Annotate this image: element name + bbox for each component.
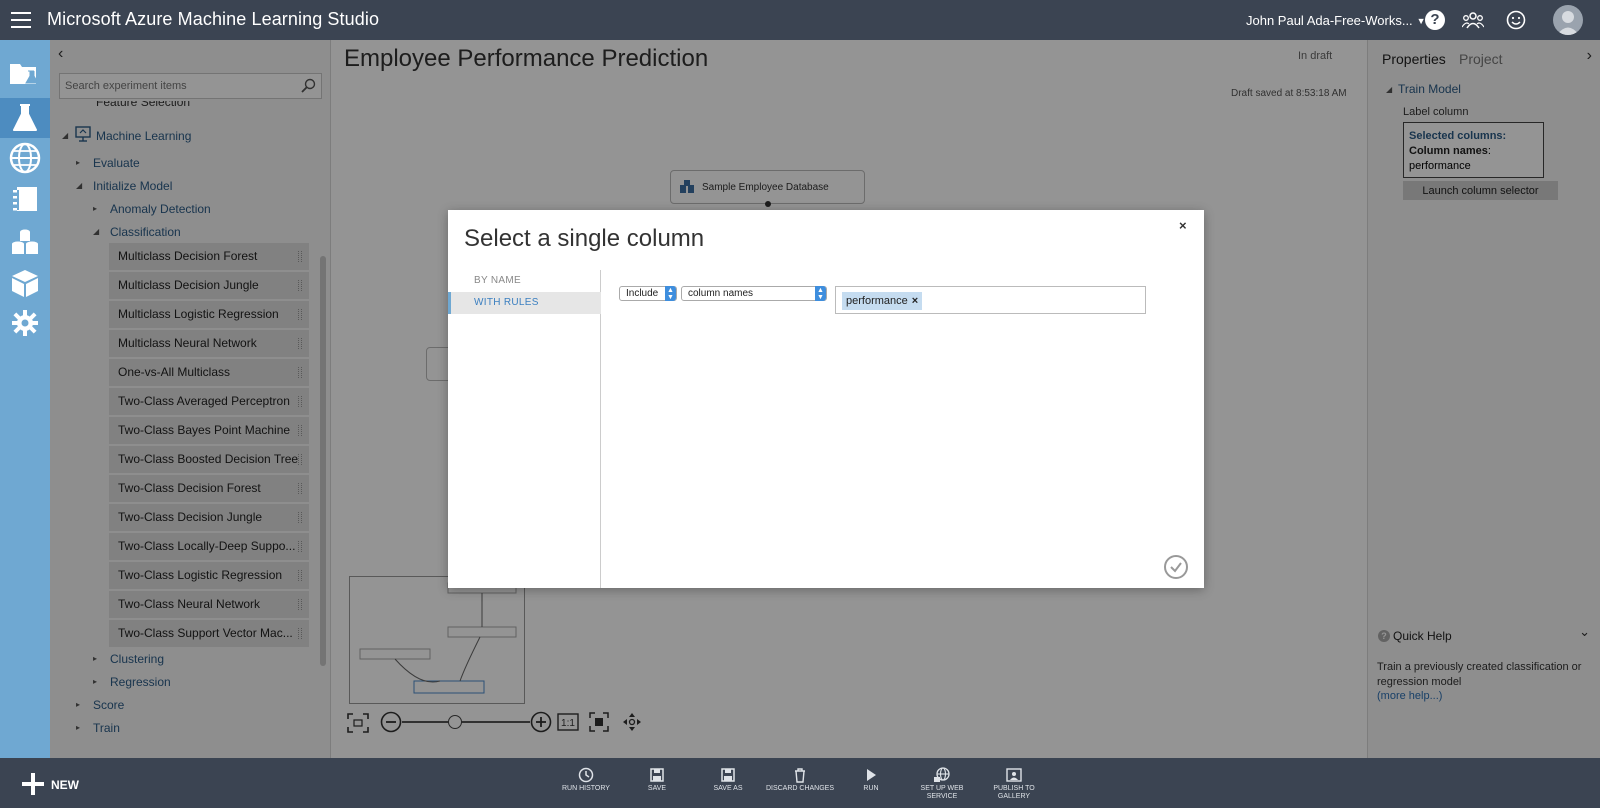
select-arrows-icon: ▲ ▼ xyxy=(665,286,676,301)
select-arrows-icon: ▲ ▼ xyxy=(815,286,826,301)
app-window: Microsoft Azure Machine Learning Studio … xyxy=(0,0,1600,808)
app-title: Microsoft Azure Machine Learning Studio xyxy=(47,9,380,29)
gallery-icon xyxy=(1006,768,1022,782)
toolbar-label: SET UP WEB xyxy=(920,785,964,792)
save-disk-icon xyxy=(650,768,664,782)
column-names-select[interactable]: column names ▲ ▼ xyxy=(681,286,827,301)
community-icon[interactable] xyxy=(1461,10,1485,30)
column-names-select-value: column names xyxy=(688,288,754,299)
close-icon[interactable]: × xyxy=(1179,218,1187,233)
workspace-selector[interactable]: John Paul Ada-Free-Works... ▼ xyxy=(1246,13,1426,28)
trained-models-icon[interactable] xyxy=(0,263,50,303)
confirm-checkmark-icon[interactable] xyxy=(1164,555,1188,579)
clock-icon xyxy=(578,767,594,783)
workspace-name: John Paul Ada-Free-Works... xyxy=(1246,13,1413,28)
settings-icon[interactable] xyxy=(0,303,50,343)
toolbar-label: PUBLISH TO xyxy=(993,785,1035,792)
new-button-label: NEW xyxy=(51,778,79,792)
toolbar-label: GALLERY xyxy=(997,793,1031,800)
toolbar-label: SAVE AS xyxy=(713,785,743,792)
save-button[interactable]: SAVE xyxy=(622,767,692,793)
top-bar: Microsoft Azure Machine Learning Studio … xyxy=(0,0,1600,40)
column-token-input[interactable]: performance × xyxy=(835,286,1146,314)
select-column-dialog: Select a single column × BY NAME WITH RU… xyxy=(448,210,1204,588)
tab-by-name[interactable]: BY NAME xyxy=(448,270,601,292)
dialog-title: Select a single column xyxy=(464,225,705,252)
trash-icon xyxy=(795,768,805,783)
projects-icon[interactable] xyxy=(0,53,50,93)
hamburger-menu-icon[interactable] xyxy=(11,12,31,28)
publish-to-gallery-button[interactable]: PUBLISH TO GALLERY xyxy=(979,767,1049,801)
toolbar-label: RUN xyxy=(863,785,879,792)
dialog-mode-sidebar: BY NAME WITH RULES xyxy=(448,270,601,588)
experiments-icon[interactable] xyxy=(0,98,50,138)
setup-web-service-button[interactable]: SET UP WEB SERVICE xyxy=(907,767,977,801)
column-token-label: performance xyxy=(846,295,908,307)
run-history-button[interactable]: RUN HISTORY xyxy=(551,767,621,793)
remove-token-icon[interactable]: × xyxy=(912,295,918,307)
user-avatar[interactable] xyxy=(1553,5,1583,35)
notebooks-icon[interactable] xyxy=(0,179,50,219)
toolbar-label: SAVE xyxy=(647,785,667,792)
toolbar-label: DISCARD CHANGES xyxy=(765,785,835,792)
toolbar-label: RUN HISTORY xyxy=(562,785,610,792)
plus-icon xyxy=(22,773,44,795)
save-as-disk-icon xyxy=(721,768,735,782)
run-button[interactable]: RUN xyxy=(836,767,906,793)
play-icon xyxy=(867,769,876,781)
feedback-smiley-icon[interactable] xyxy=(1506,10,1526,30)
include-select[interactable]: Include ▲ ▼ xyxy=(619,286,677,301)
discard-changes-button[interactable]: DISCARD CHANGES xyxy=(765,767,835,793)
bottom-toolbar: NEW RUN HISTORY SAVE SAVE AS DISCARD CHA… xyxy=(0,758,1600,808)
datasets-icon[interactable] xyxy=(0,222,50,262)
column-token: performance × xyxy=(842,292,923,310)
tab-with-rules[interactable]: WITH RULES xyxy=(448,292,601,314)
left-nav xyxy=(0,40,50,758)
web-services-icon[interactable] xyxy=(0,138,50,178)
save-as-button[interactable]: SAVE AS xyxy=(693,767,763,793)
include-select-value: Include xyxy=(626,288,659,299)
help-icon[interactable]: ? xyxy=(1425,10,1445,30)
toolbar-label: SERVICE xyxy=(926,793,958,800)
web-service-globe-icon xyxy=(934,767,950,782)
